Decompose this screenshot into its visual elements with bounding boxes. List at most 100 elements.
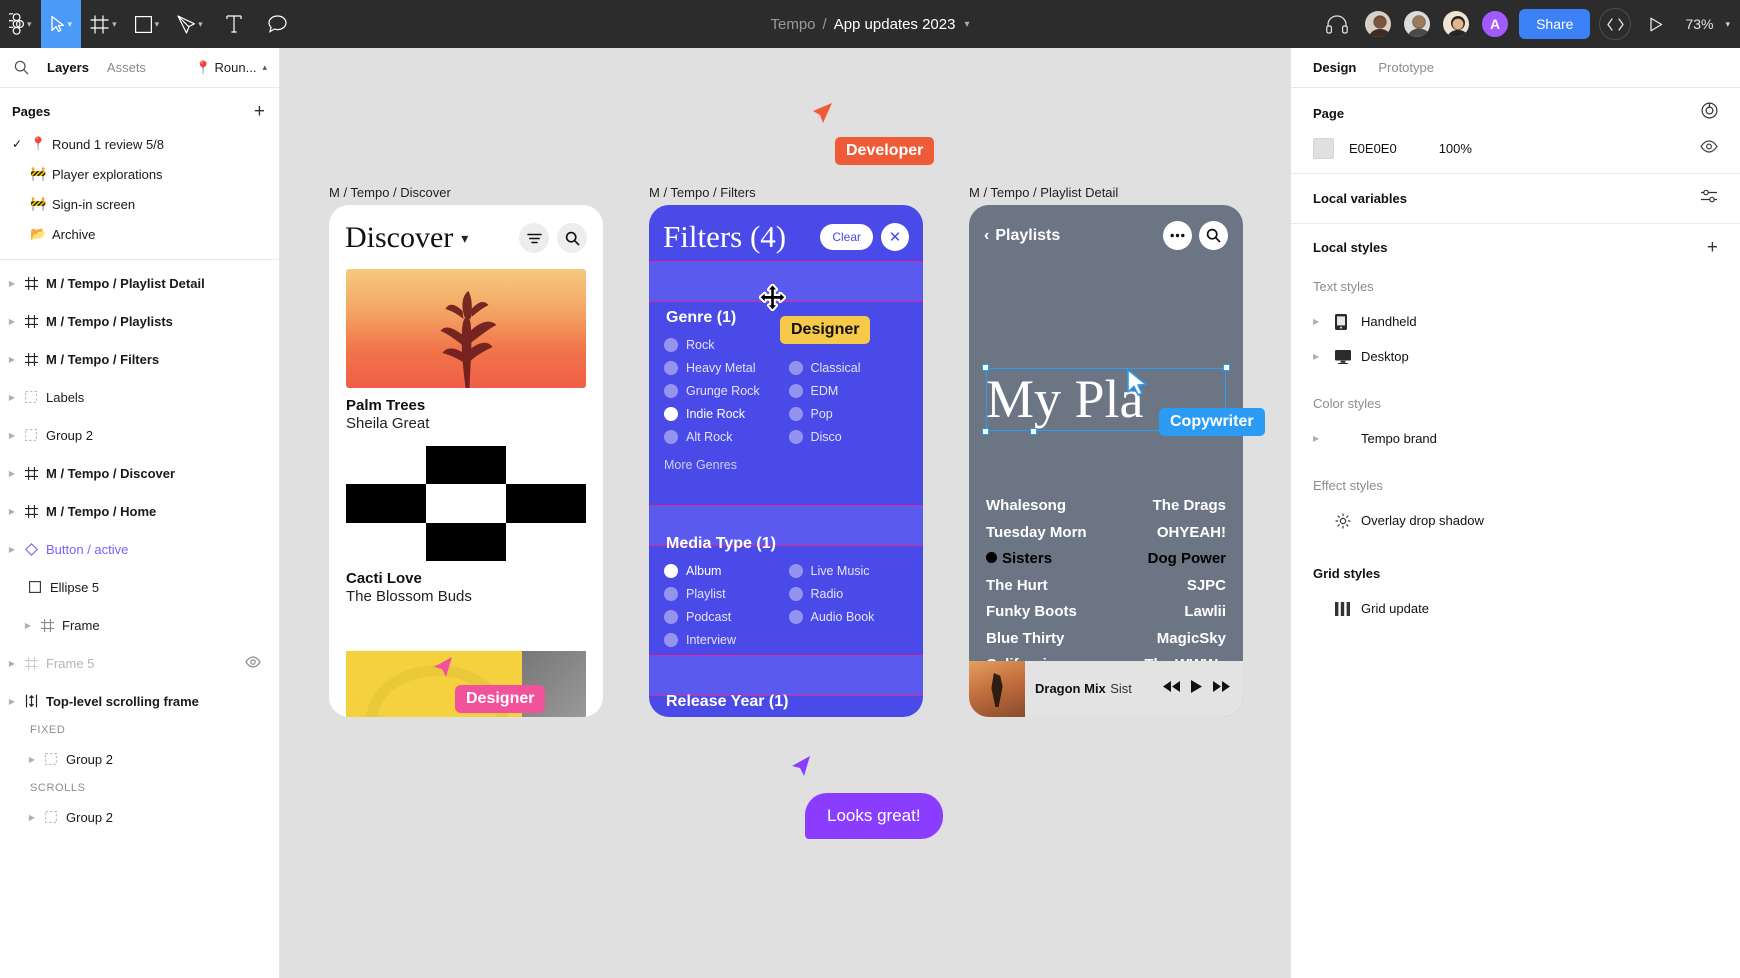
pen-tool-icon[interactable]: ▾ bbox=[168, 0, 212, 48]
avatar-current-user[interactable]: A bbox=[1480, 9, 1510, 39]
chevron-right-icon[interactable]: ▶ bbox=[4, 355, 20, 364]
comment-bubble[interactable]: Looks great! bbox=[805, 793, 943, 839]
layer-frame[interactable]: ▶ Frame bbox=[0, 606, 279, 644]
chevron-right-icon[interactable]: ▶ bbox=[4, 279, 20, 288]
frame-playlist-detail[interactable]: ‹ Playlists My bbox=[969, 205, 1243, 717]
chevron-right-icon[interactable]: ▶ bbox=[4, 697, 20, 706]
chevron-right-icon[interactable]: ▶ bbox=[1313, 317, 1335, 326]
avatar[interactable] bbox=[1402, 9, 1432, 39]
track-row[interactable]: Tuesday Morn OHYEAH! bbox=[986, 524, 1226, 551]
chevron-down-icon[interactable]: ▾ bbox=[112, 20, 117, 29]
radio-icon[interactable] bbox=[664, 587, 678, 601]
more-options-icon[interactable] bbox=[1163, 221, 1192, 250]
chevron-right-icon[interactable]: ▶ bbox=[4, 317, 20, 326]
media-option-live-music[interactable]: Live Music bbox=[789, 561, 910, 580]
resize-handle-bm[interactable] bbox=[1030, 428, 1037, 435]
chevron-right-icon[interactable]: ▶ bbox=[4, 545, 20, 554]
layer-home[interactable]: ▶ M / Tempo / Home bbox=[0, 492, 279, 530]
chevron-right-icon[interactable]: ▶ bbox=[4, 659, 20, 668]
page-color-hex[interactable]: E0E0E0 bbox=[1349, 141, 1397, 156]
layer-playlists[interactable]: ▶ M / Tempo / Playlists bbox=[0, 302, 279, 340]
page-item-round-1-review[interactable]: ✓ 📍 Round 1 review 5/8 bbox=[0, 129, 279, 159]
add-page-button[interactable]: + bbox=[254, 102, 265, 121]
style-item-tempo-brand[interactable]: ▶ Tempo brand bbox=[1313, 421, 1718, 456]
variables-settings-icon[interactable] bbox=[1700, 188, 1718, 209]
design-canvas[interactable]: M / Tempo / Discover M / Tempo / Filters… bbox=[280, 48, 1290, 978]
chevron-right-icon[interactable]: ▶ bbox=[4, 393, 20, 402]
page-item-sign-in-screen[interactable]: 🚧 Sign-in screen bbox=[0, 189, 279, 219]
frame-discover[interactable]: Discover ▾ bbox=[329, 205, 603, 717]
page-color-opacity[interactable]: 100% bbox=[1439, 141, 1472, 156]
style-item-handheld[interactable]: ▶ Handheld bbox=[1313, 304, 1718, 339]
back-to-playlists-button[interactable]: ‹ Playlists bbox=[984, 227, 1060, 245]
chevron-right-icon[interactable]: ▶ bbox=[20, 621, 36, 630]
genre-option-edm[interactable]: EDM bbox=[789, 381, 910, 400]
layer-top-level-scrolling-frame[interactable]: ▶ Top-level scrolling frame bbox=[0, 682, 279, 720]
chevron-right-icon[interactable]: ▶ bbox=[24, 813, 40, 822]
genre-option-classical[interactable]: Classical bbox=[789, 358, 910, 377]
radio-icon[interactable] bbox=[664, 361, 678, 375]
dev-mode-code-icon[interactable] bbox=[1599, 8, 1631, 40]
clear-filters-button[interactable]: Clear bbox=[820, 224, 873, 250]
layer-labels[interactable]: ▶ Labels bbox=[0, 378, 279, 416]
comment-tool-icon[interactable] bbox=[256, 0, 299, 48]
media-option-podcast[interactable]: Podcast bbox=[664, 607, 785, 626]
media-option-interview[interactable]: Interview bbox=[664, 630, 785, 649]
share-button[interactable]: Share bbox=[1519, 9, 1590, 39]
move-tool-icon[interactable]: ▾ bbox=[41, 0, 82, 48]
layer-filters[interactable]: ▶ M / Tempo / Filters bbox=[0, 340, 279, 378]
chevron-down-icon[interactable]: ▾ bbox=[68, 20, 73, 29]
resize-handle-bl[interactable] bbox=[982, 428, 989, 435]
chevron-down-icon[interactable]: ▾ bbox=[461, 230, 468, 247]
file-name[interactable]: App updates 2023 bbox=[834, 16, 956, 33]
layer-button-active[interactable]: ▶ Button / active bbox=[0, 530, 279, 568]
radio-icon[interactable] bbox=[664, 633, 678, 647]
genre-option-heavy-metal[interactable]: Heavy Metal bbox=[664, 358, 785, 377]
avatar[interactable] bbox=[1441, 9, 1471, 39]
add-style-button[interactable]: + bbox=[1707, 238, 1718, 257]
play-icon[interactable] bbox=[1190, 679, 1203, 699]
genre-option-indie-rock[interactable]: Indie Rock bbox=[664, 404, 785, 423]
chevron-right-icon[interactable]: ▶ bbox=[24, 755, 40, 764]
layer-playlist-detail[interactable]: ▶ M / Tempo / Playlist Detail bbox=[0, 264, 279, 302]
genre-option-disco[interactable]: Disco bbox=[789, 427, 910, 446]
radio-icon[interactable] bbox=[789, 430, 803, 444]
previous-track-icon[interactable] bbox=[1162, 680, 1181, 698]
chevron-down-icon[interactable]: ▾ bbox=[155, 20, 160, 29]
media-option-radio[interactable]: Radio bbox=[789, 584, 910, 603]
radio-icon[interactable] bbox=[789, 407, 803, 421]
chevron-right-icon[interactable]: ▶ bbox=[4, 507, 20, 516]
style-item-overlay-drop-shadow[interactable]: Overlay drop shadow bbox=[1313, 503, 1718, 538]
layer-frame-5[interactable]: ▶ Frame 5 bbox=[0, 644, 279, 682]
frame-filters[interactable]: Filters (4) Clear ✕ Genre (1) Rock Heavy… bbox=[649, 205, 923, 717]
close-icon[interactable]: ✕ bbox=[881, 223, 909, 251]
chevron-right-icon[interactable]: ▶ bbox=[4, 469, 20, 478]
color-swatch[interactable] bbox=[1313, 138, 1334, 159]
current-page-chip[interactable]: 📍 Roun... ▴ bbox=[195, 60, 267, 76]
page-settings-icon[interactable] bbox=[1701, 102, 1718, 124]
frame-label-playlist-detail[interactable]: M / Tempo / Playlist Detail bbox=[969, 185, 1118, 200]
track-row[interactable]: Blue Thirty MagicSky bbox=[986, 630, 1226, 657]
more-genres-link[interactable]: More Genres bbox=[649, 458, 923, 472]
media-option-playlist[interactable]: Playlist bbox=[664, 584, 785, 603]
project-name[interactable]: Tempo bbox=[770, 16, 815, 33]
track-row[interactable]: The Hurt SJPC bbox=[986, 577, 1226, 604]
tab-layers[interactable]: Layers bbox=[47, 60, 89, 75]
page-item-player-explorations[interactable]: 🚧 Player explorations bbox=[0, 159, 279, 189]
eye-hidden-icon[interactable] bbox=[245, 656, 261, 671]
eye-visible-icon[interactable] bbox=[1700, 140, 1718, 158]
layer-ellipse-5[interactable]: Ellipse 5 bbox=[0, 568, 279, 606]
tab-assets[interactable]: Assets bbox=[107, 60, 146, 75]
now-playing-bar[interactable]: Dragon Mix Sist bbox=[969, 661, 1243, 717]
genre-option-grunge-rock[interactable]: Grunge Rock bbox=[664, 381, 785, 400]
resize-handle-tr[interactable] bbox=[1223, 364, 1230, 371]
tab-design[interactable]: Design bbox=[1313, 60, 1356, 75]
layer-fixed-group-2[interactable]: ▶ Group 2 bbox=[0, 740, 279, 778]
layer-discover[interactable]: ▶ M / Tempo / Discover bbox=[0, 454, 279, 492]
present-play-icon[interactable] bbox=[1640, 8, 1672, 40]
tab-prototype[interactable]: Prototype bbox=[1378, 60, 1434, 75]
chevron-up-icon[interactable]: ▴ bbox=[262, 63, 267, 72]
chevron-down-icon[interactable]: ▾ bbox=[27, 20, 32, 29]
chevron-down-icon[interactable]: ▾ bbox=[1725, 20, 1730, 29]
search-icon[interactable] bbox=[14, 60, 29, 75]
